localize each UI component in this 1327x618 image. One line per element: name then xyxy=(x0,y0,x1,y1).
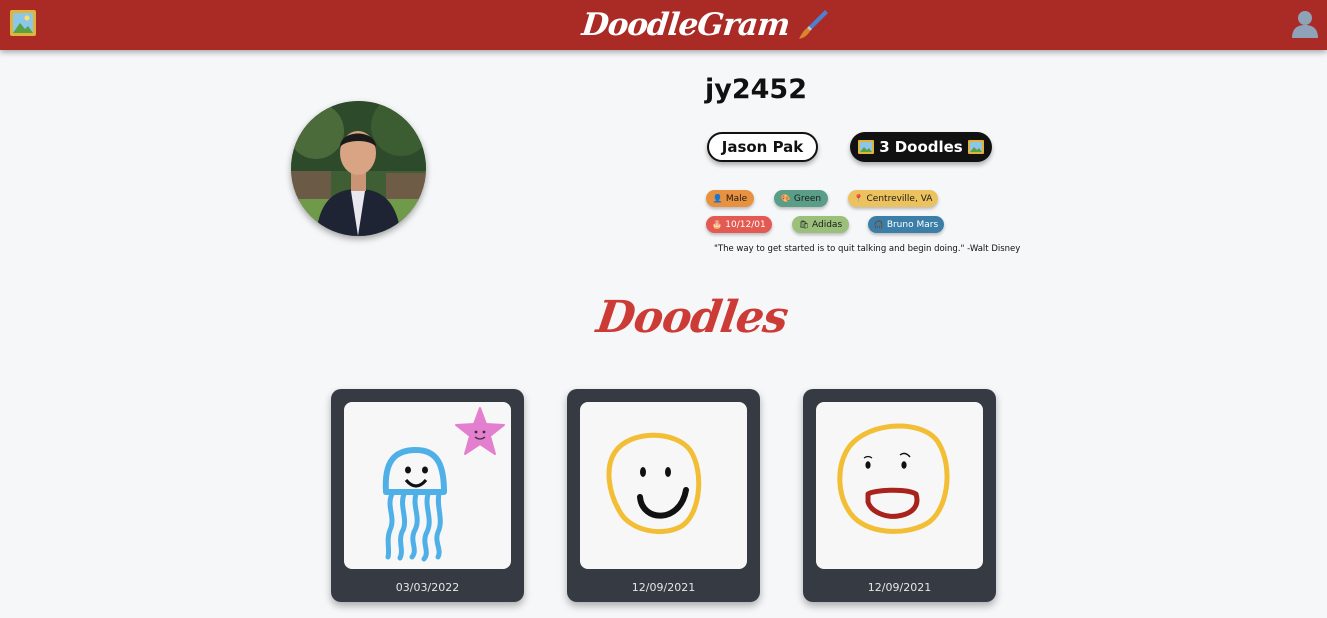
doodle-count: 3 xyxy=(879,138,890,156)
brand-tag: 🛍 Adidas xyxy=(792,216,849,233)
doodle-date: 12/09/2021 xyxy=(631,581,696,594)
section-title: Doodles xyxy=(593,292,791,343)
person-icon: 👤 xyxy=(712,194,723,203)
profile-quote: "The way to get started is to quit talki… xyxy=(714,244,1021,254)
doodle-card[interactable]: 12/09/2021 xyxy=(803,389,996,602)
birthday-cake-icon: 🎂 xyxy=(712,220,723,229)
doodle-date: 12/09/2021 xyxy=(867,581,932,594)
birthday-tag: 🎂 10/12/01 xyxy=(706,216,772,233)
display-name-badge: Jason Pak xyxy=(707,132,818,162)
brand-name: DoodleGram xyxy=(580,7,792,43)
username: jy2452 xyxy=(705,74,808,105)
doodle-date: 03/03/2022 xyxy=(395,581,460,594)
doodle-image xyxy=(344,402,511,569)
framed-picture-icon[interactable] xyxy=(10,10,36,36)
framed-picture-icon xyxy=(858,140,875,154)
paintbrush-icon xyxy=(795,7,831,43)
location-tag: 📍 Centreville, VA xyxy=(848,190,938,207)
palette-icon: 🎨 xyxy=(780,194,791,203)
gender-tag: 👤 Male xyxy=(706,190,754,207)
favorite-color-tag: 🎨 Green xyxy=(774,190,828,207)
location-pin-icon: 📍 xyxy=(853,194,864,203)
birthday-value: 10/12/01 xyxy=(725,219,766,230)
gender-value: Male xyxy=(725,193,748,204)
music-tag: 🎧 Bruno Mars xyxy=(868,216,944,233)
doodle-image xyxy=(580,402,747,569)
top-navbar: DoodleGram xyxy=(0,0,1327,50)
brand-logo[interactable]: DoodleGram xyxy=(580,3,831,47)
doodle-card[interactable]: 12/09/2021 xyxy=(567,389,760,602)
user-silhouette-icon[interactable] xyxy=(1290,8,1320,38)
doodle-card[interactable]: 03/03/2022 xyxy=(331,389,524,602)
favorite-color-value: Green xyxy=(793,193,822,204)
framed-picture-icon xyxy=(967,140,984,154)
profile-avatar xyxy=(291,101,426,236)
doodle-count-badge: 3 Doodles xyxy=(850,132,992,162)
brand-value: Adidas xyxy=(812,219,843,230)
shopping-icon: 🛍 xyxy=(798,220,809,229)
headphones-icon: 🎧 xyxy=(873,220,884,229)
doodle-count-label: Doodles xyxy=(894,138,963,156)
doodle-image xyxy=(816,402,983,569)
music-value: Bruno Mars xyxy=(886,219,939,230)
location-value: Centreville, VA xyxy=(866,193,933,204)
